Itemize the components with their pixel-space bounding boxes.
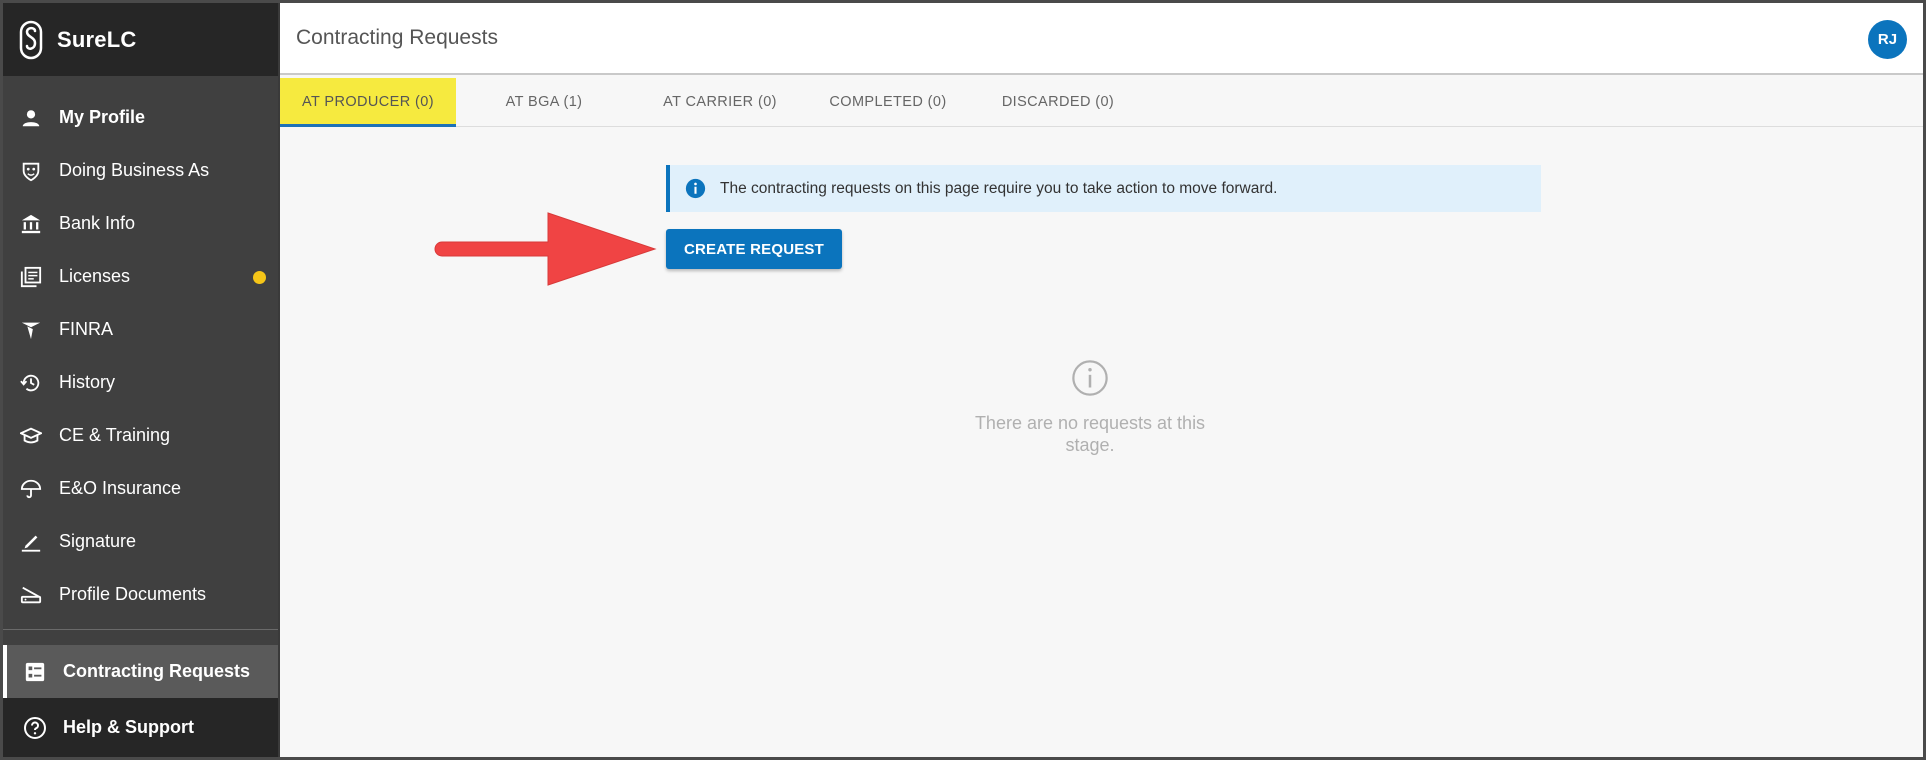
sidebar-item-history[interactable]: History (3, 356, 278, 409)
sidebar-item-label: FINRA (59, 319, 113, 339)
sidebar: SureLC My Profile Doing Business As Bank… (3, 3, 278, 757)
app-window: SureLC My Profile Doing Business As Bank… (0, 0, 1926, 760)
sidebar-item-doing-business-as[interactable]: Doing Business As (3, 144, 278, 197)
active-tab-indicator (280, 124, 456, 127)
tab-at-carrier[interactable]: AT CARRIER (0) (632, 78, 808, 125)
person-icon (17, 104, 45, 132)
sidebar-item-label: Bank Info (59, 213, 136, 233)
help-circle-icon (21, 714, 49, 742)
notification-dot (253, 271, 266, 284)
brand[interactable]: SureLC (3, 3, 278, 76)
avatar[interactable]: RJ (1868, 20, 1907, 59)
sidebar-item-label: My Profile (59, 107, 146, 127)
sidebar-item-signature[interactable]: Signature (3, 515, 278, 568)
app-name: SureLC (57, 26, 137, 52)
sidebar-item-label: Contracting Requests (63, 661, 251, 681)
info-icon (684, 178, 706, 200)
empty-state: There are no requests at this stage. (960, 358, 1220, 456)
list-icon (21, 658, 49, 686)
tab-at-producer[interactable]: AT PRODUCER (0) (280, 78, 456, 125)
page-title: Contracting Requests (296, 26, 498, 49)
sidebar-item-label: Signature (59, 531, 137, 551)
create-request-button[interactable]: CREATE REQUEST (666, 229, 842, 269)
page-header: Contracting Requests RJ (280, 3, 1923, 75)
sidebar-item-profile-documents[interactable]: Profile Documents (3, 568, 278, 621)
sidebar-item-label: CE & Training (59, 425, 171, 445)
red-arrow-icon (434, 212, 657, 286)
umbrella-icon (17, 475, 45, 503)
tab-at-bga[interactable]: AT BGA (1) (456, 78, 632, 125)
sidebar-item-contracting-requests[interactable]: Contracting Requests (3, 645, 278, 698)
info-banner: The contracting requests on this page re… (666, 165, 1541, 212)
sidebar-item-help-support[interactable]: Help & Support (3, 698, 278, 757)
sidebar-item-label: Help & Support (63, 717, 194, 737)
sidebar-nav: My Profile Doing Business As Bank Info L… (3, 91, 278, 621)
sidebar-item-bank-info[interactable]: Bank Info (3, 197, 278, 250)
surelc-logo-icon (17, 20, 45, 60)
history-icon (17, 369, 45, 397)
scanner-icon (17, 581, 45, 609)
info-outline-icon (1070, 358, 1110, 398)
tab-bar: AT PRODUCER (0) AT BGA (1) AT CARRIER (0… (280, 75, 1923, 127)
finra-icon (17, 316, 45, 344)
main-content: Contracting Requests RJ AT PRODUCER (0) … (278, 3, 1923, 757)
tab-completed[interactable]: COMPLETED (0) (800, 78, 976, 125)
sidebar-item-finra[interactable]: FINRA (3, 303, 278, 356)
pen-icon (17, 528, 45, 556)
empty-state-text: There are no requests at this stage. (974, 413, 1206, 455)
sidebar-item-licenses[interactable]: Licenses (3, 250, 278, 303)
info-banner-text: The contracting requests on this page re… (720, 179, 1278, 197)
documents-icon (17, 263, 45, 291)
mask-icon (17, 157, 45, 185)
sidebar-item-label: Licenses (59, 266, 131, 286)
sidebar-divider (3, 629, 278, 630)
sidebar-item-eo-insurance[interactable]: E&O Insurance (3, 462, 278, 515)
sidebar-item-label: E&O Insurance (59, 478, 182, 498)
sidebar-item-label: Profile Documents (59, 584, 207, 604)
tab-discarded[interactable]: DISCARDED (0) (970, 78, 1146, 125)
sidebar-item-my-profile[interactable]: My Profile (3, 91, 278, 144)
sidebar-item-label: Doing Business As (59, 160, 210, 180)
graduation-cap-icon (17, 422, 45, 450)
sidebar-item-label: History (59, 372, 116, 392)
bank-icon (17, 210, 45, 238)
sidebar-item-ce-training[interactable]: CE & Training (3, 409, 278, 462)
